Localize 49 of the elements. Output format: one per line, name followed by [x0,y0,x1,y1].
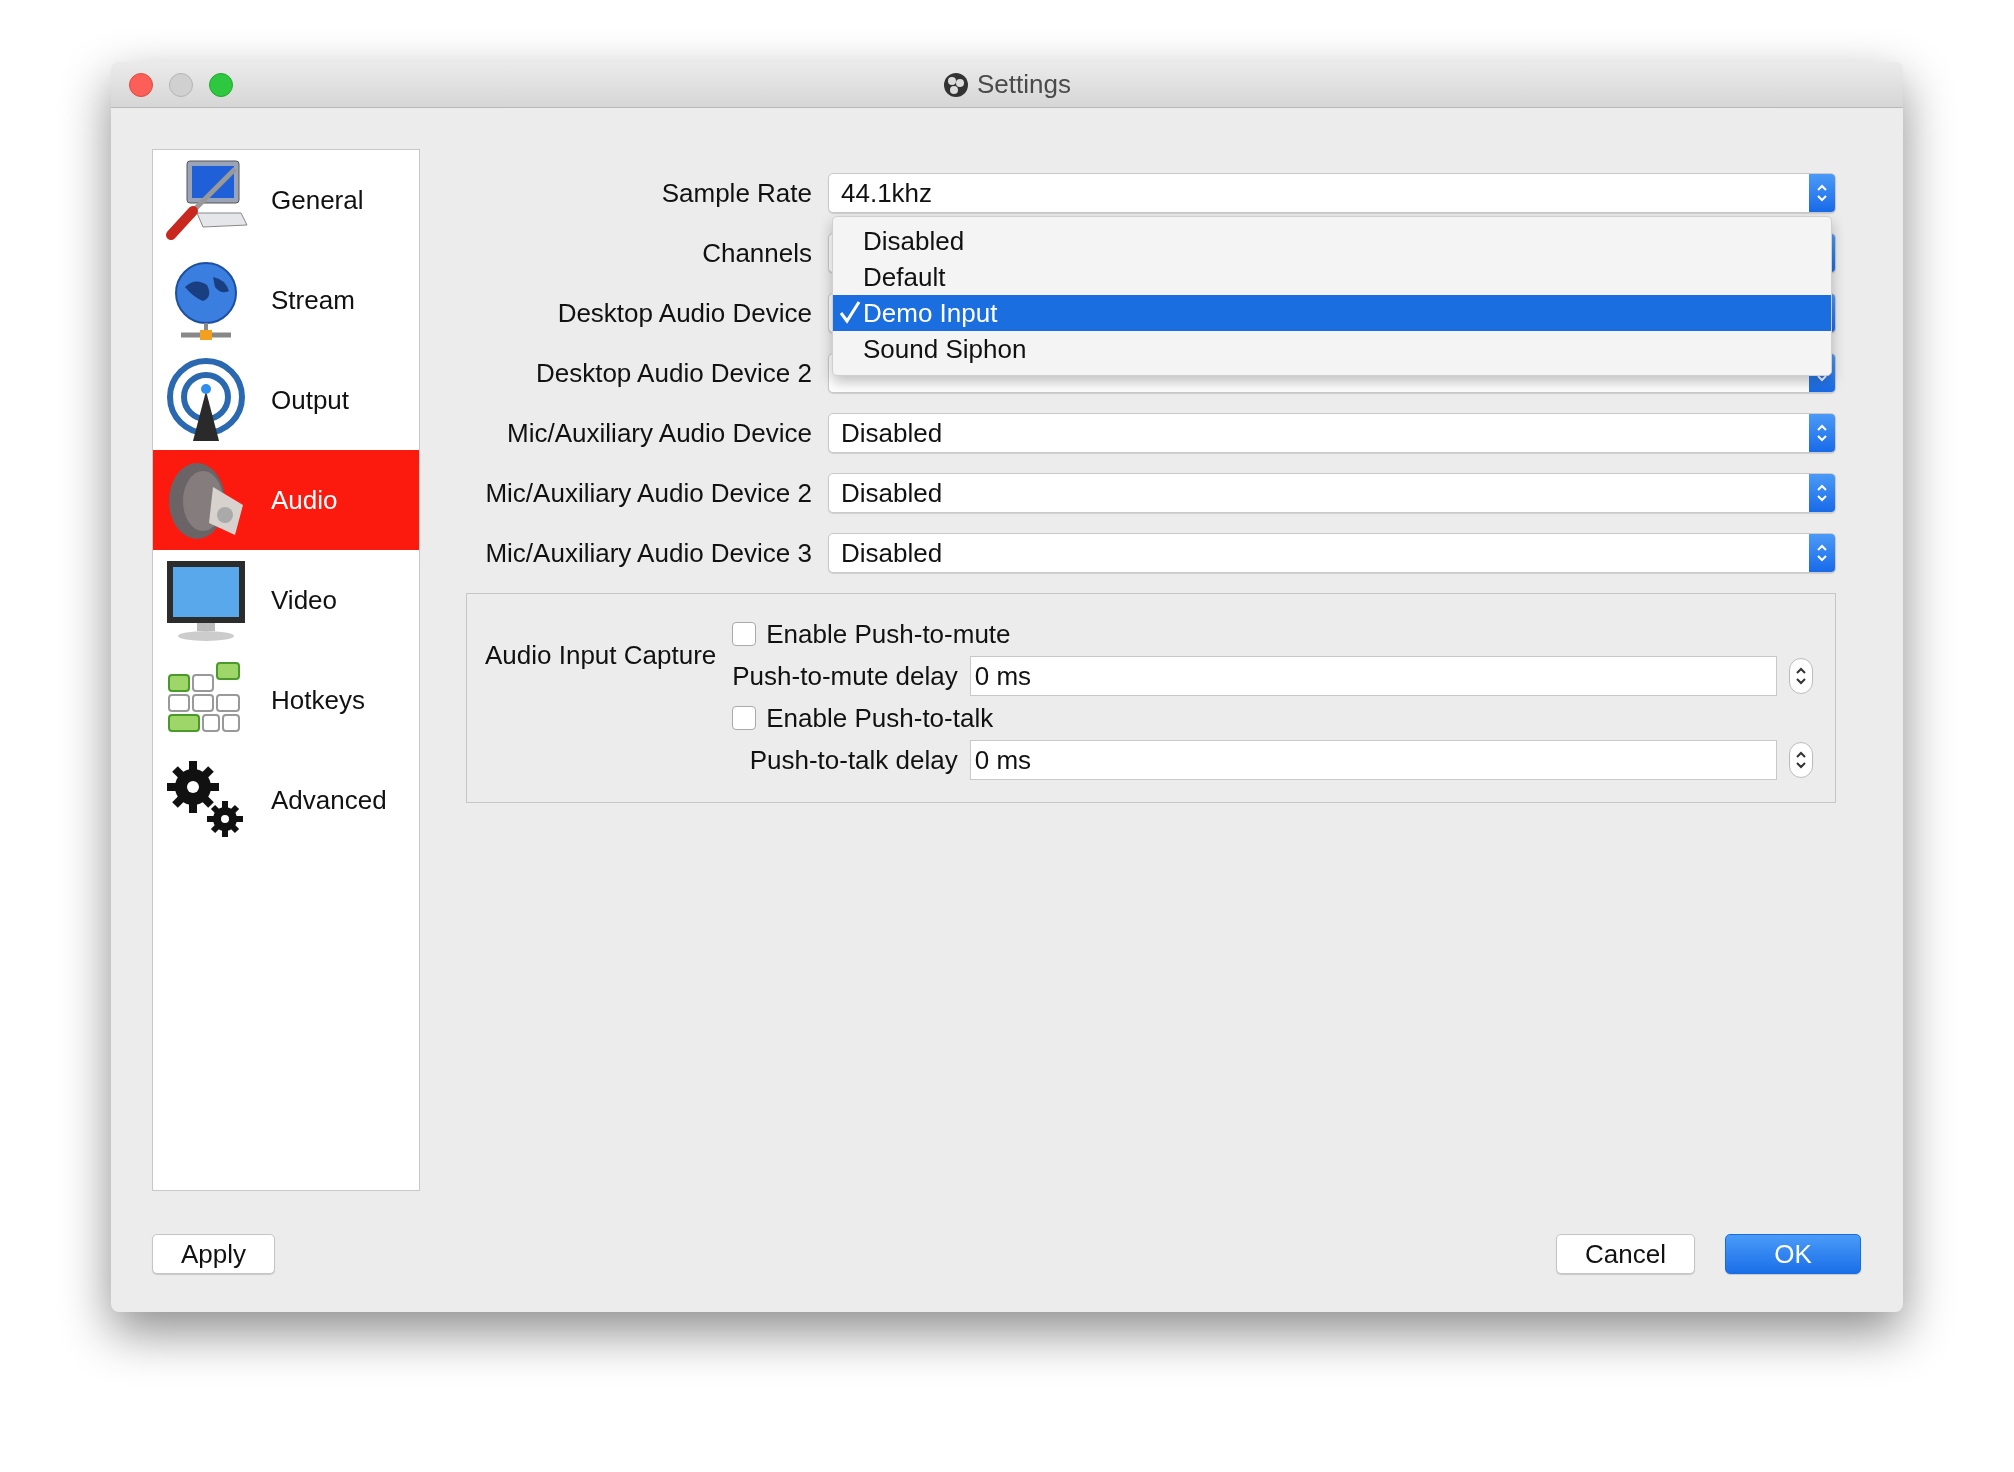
menu-item[interactable]: Default [833,259,1831,295]
dropdown-field[interactable]: 44.1khz [828,173,1836,213]
sidebar-item[interactable]: Stream [153,250,419,350]
sidebar-item[interactable]: Audio [153,450,419,550]
monitor-screwdriver-icon [163,157,249,243]
dialog-button[interactable]: Apply [152,1234,276,1274]
field-label: Desktop Audio Device 2 [534,357,812,389]
field-label: Channels [701,237,812,269]
menu-item[interactable]: Sound Siphon [833,331,1831,367]
dropdown-field[interactable]: Disabled [828,533,1836,573]
minimize-button[interactable] [169,72,193,97]
sidebar-item[interactable]: Output [153,350,419,450]
dialog-button[interactable]: OK [1725,1234,1861,1274]
stepper-button[interactable] [1789,742,1813,778]
field-label: Push-to-talk delay [748,744,958,776]
up-down-chevron-icon [1794,749,1808,771]
field-label: Desktop Audio Device [556,297,812,329]
zoom-button[interactable] [209,72,233,97]
field-label: Mic/Auxiliary Audio Device 3 [484,537,812,569]
dropdown-field[interactable]: Disabled [828,473,1836,513]
menu-item[interactable]: Demo Input [833,295,1831,331]
checkmark-icon [839,299,861,325]
close-button[interactable] [129,72,153,97]
checkbox[interactable] [732,706,757,730]
sidebar-item[interactable]: General [153,150,419,250]
up-down-chevron-icon [1815,482,1829,504]
dialog-button[interactable]: Cancel [1556,1234,1695,1274]
menu-item[interactable]: Disabled [833,223,1831,259]
checkbox-label: Enable Push-to-talk [766,702,994,734]
sidebar-item[interactable]: Video [153,550,419,650]
app-logo-icon [943,71,969,98]
group-title: Audio Input Capture [485,639,717,671]
up-down-chevron-icon [1815,182,1829,204]
window-title: Settings [977,69,1071,100]
checkbox[interactable] [732,622,757,646]
field-label: Mic/Auxiliary Audio Device [506,417,812,449]
field-label: Push-to-mute delay [732,660,958,692]
stepper-button[interactable] [1789,658,1813,694]
sidebar-item[interactable]: Advanced [153,750,419,850]
up-down-chevron-icon [1815,542,1829,564]
number-field[interactable]: 0 ms [969,740,1777,780]
sidebar-item[interactable]: Hotkeys [153,650,419,750]
field-label: Sample Rate [660,177,812,209]
checkbox-label: Enable Push-to-mute [766,618,1011,650]
field-label: Mic/Auxiliary Audio Device 2 [484,477,812,509]
up-down-chevron-icon [1794,665,1808,687]
up-down-chevron-icon [1815,422,1829,444]
number-field[interactable]: 0 ms [969,656,1777,696]
dropdown-field[interactable]: Disabled [828,413,1836,453]
